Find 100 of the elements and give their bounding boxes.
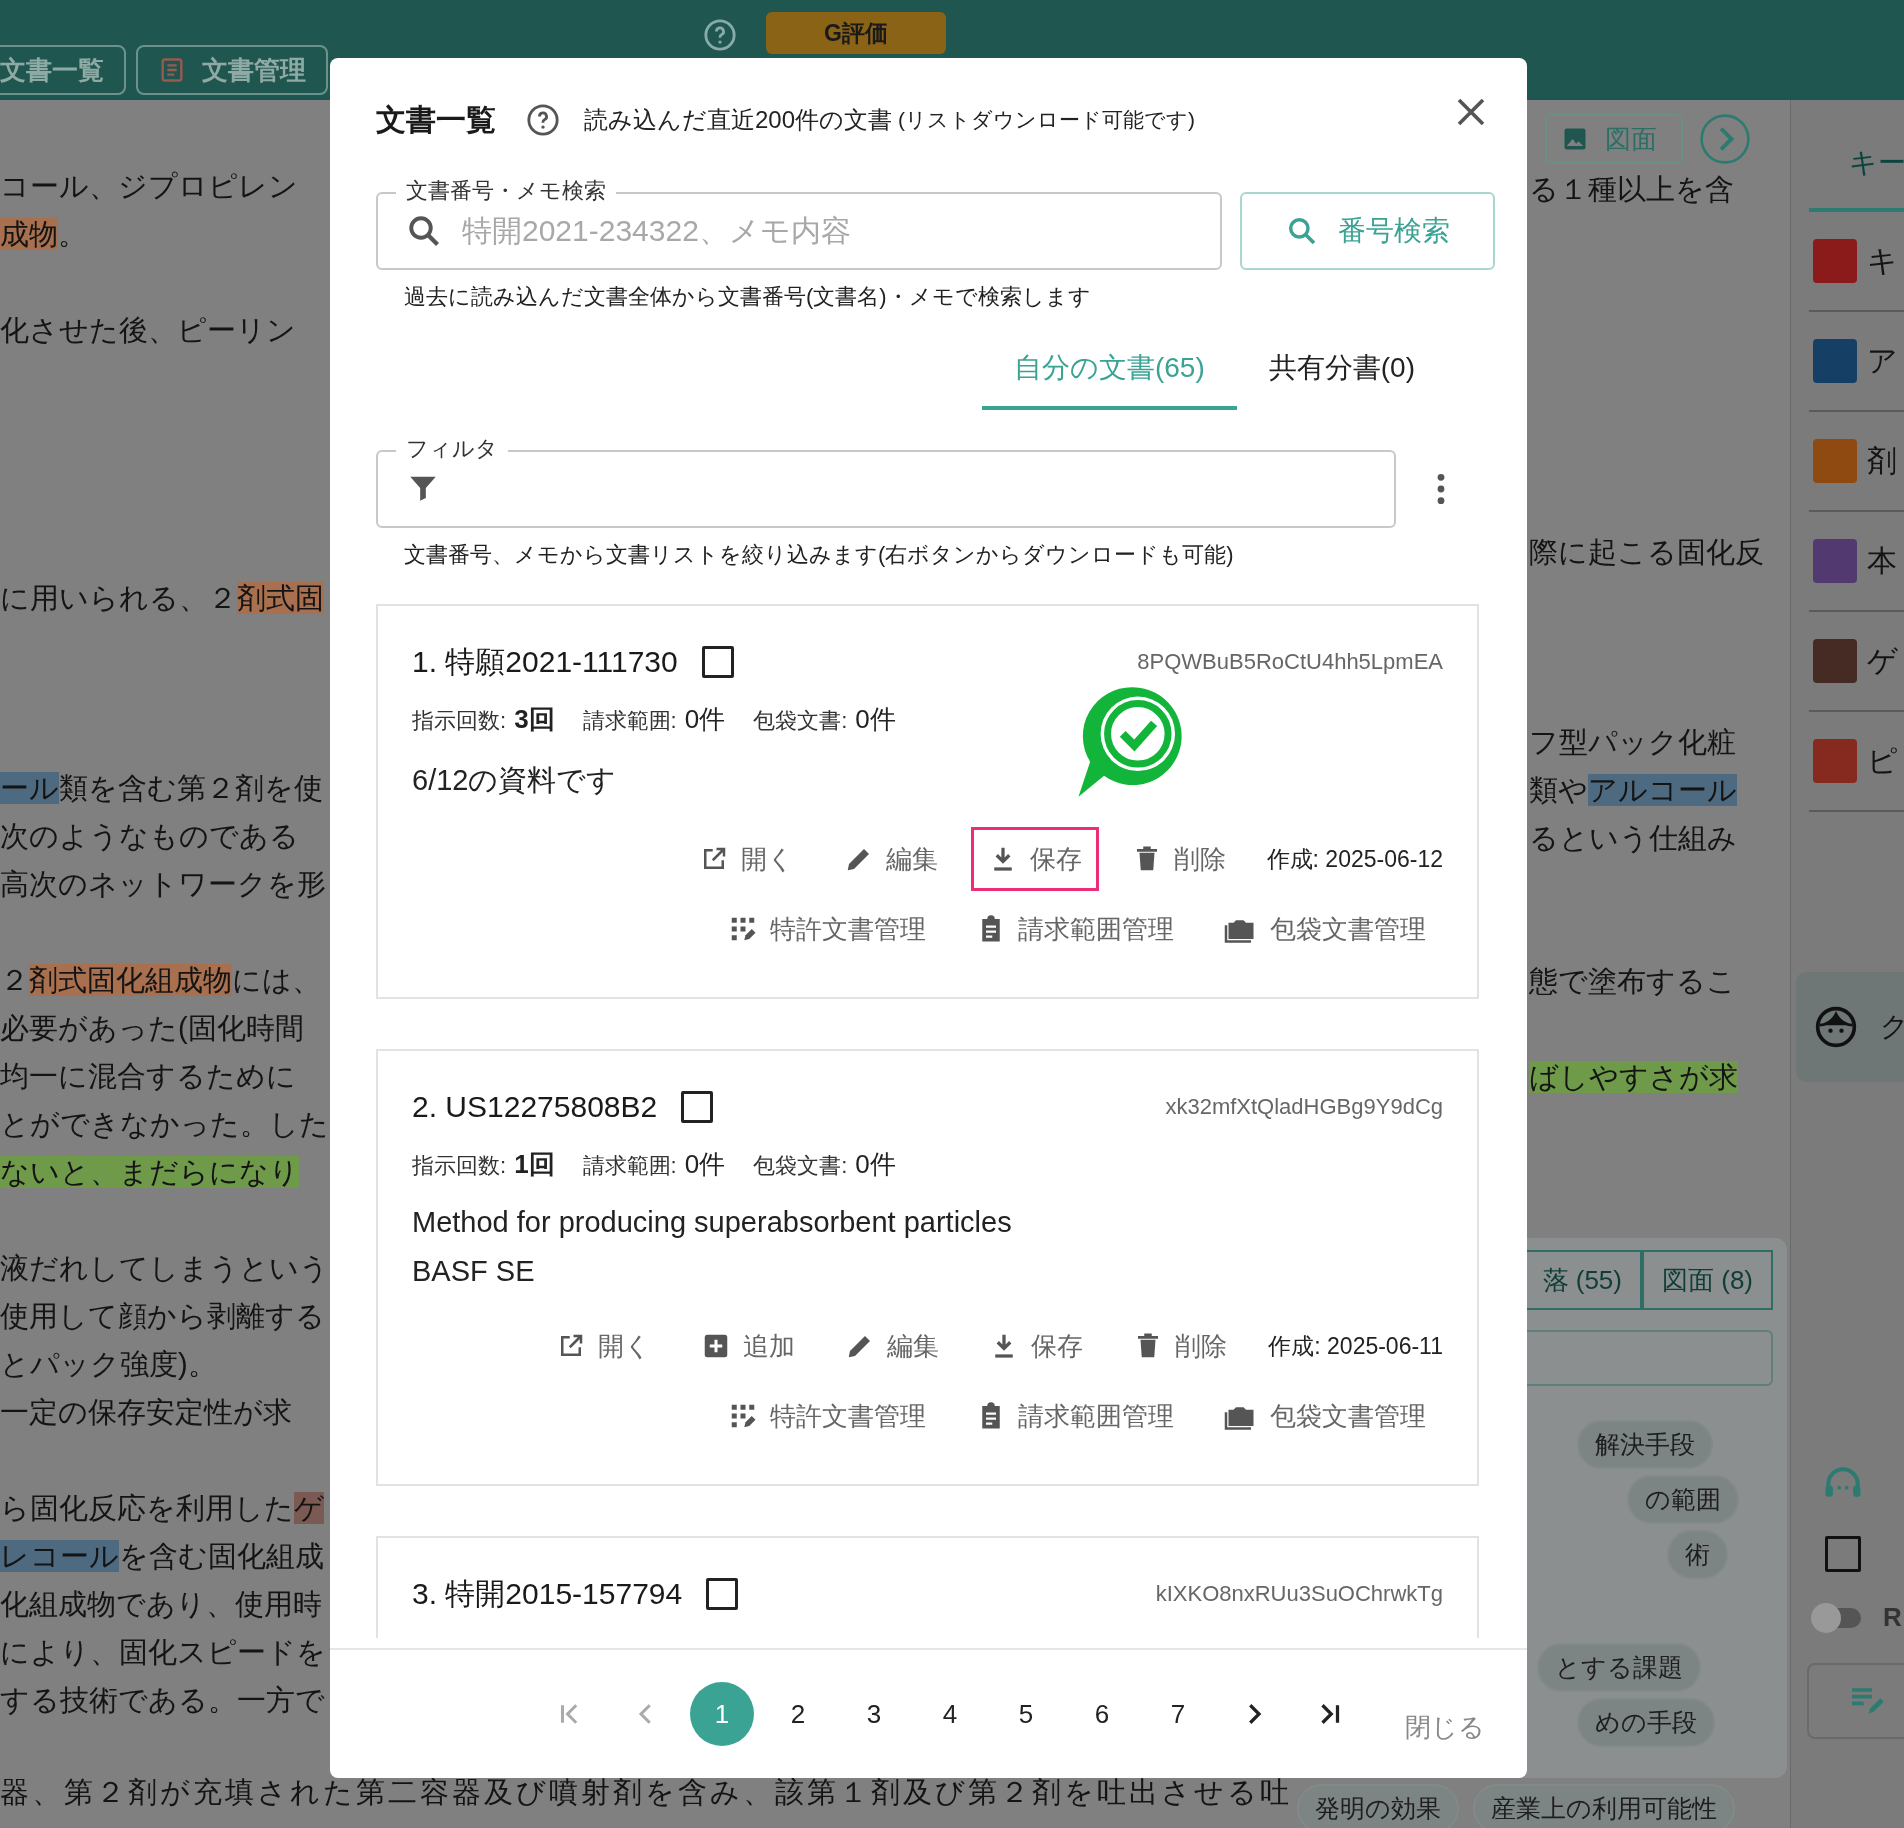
add-button[interactable]: 追加 (684, 1314, 813, 1378)
keyword-label[interactable]: 剤 (1867, 440, 1897, 482)
section-tab[interactable]: 図面 (8) (1642, 1250, 1773, 1310)
page-button[interactable]: 6 (1070, 1682, 1134, 1746)
edit-button[interactable]: 編集 (826, 827, 955, 891)
save-button[interactable]: 保存 (972, 1314, 1101, 1378)
section-chip[interactable]: 解決手段 (1577, 1420, 1713, 1469)
highlighted-text: レコール (0, 1540, 119, 1572)
keyword-label[interactable]: ゲ (1867, 640, 1898, 682)
body-text: 類を含む第２剤を使 (59, 772, 323, 804)
page-button[interactable]: 2 (766, 1682, 830, 1746)
checkbox[interactable] (701, 646, 734, 678)
keyword-label[interactable]: ピ (1867, 740, 1898, 782)
helper-text: 文書番号、メモから文書リストを絞り込みます(右ボタンからダウンロードも可能) (404, 541, 1235, 569)
page-button[interactable]: 3 (842, 1682, 906, 1746)
help-icon[interactable] (526, 103, 560, 137)
memo-text: Method for producing superabsorbent particles (412, 1206, 1013, 1239)
patent-docs-button[interactable]: 特許文書管理 (711, 1384, 943, 1448)
dialog-title: 文書一覧 (376, 101, 496, 138)
patent-docs-button[interactable]: 特許文書管理 (711, 897, 943, 961)
save-button[interactable]: 保存 (970, 827, 1099, 891)
face-icon (1814, 1005, 1858, 1049)
body-text: により、固化スピードを (0, 1636, 326, 1668)
body-text: には、 (232, 964, 321, 996)
file-docs-button[interactable]: 包袋文書管理 (1207, 1384, 1443, 1448)
keyword-label[interactable]: ア (1867, 340, 1898, 382)
document-number[interactable]: 3. 特開2015-157794 (412, 1573, 683, 1615)
memo-text: 6/12の資料です (412, 763, 618, 798)
body-text: 液だれしてしまうという (0, 1252, 329, 1284)
grade-button[interactable]: G評価 (766, 12, 946, 54)
body-text: とパック強度)。 (0, 1348, 217, 1380)
file-docs-button[interactable]: 包袋文書管理 (1207, 897, 1443, 961)
stat-label: 請求範囲: (582, 1152, 677, 1180)
highlighted-text: ばしやすさが求 (1529, 1061, 1738, 1093)
edit-button[interactable]: 編集 (828, 1314, 957, 1378)
body-text: コール、ジプロピレン (0, 170, 298, 202)
body-text: 態で塗布するこ (1529, 965, 1736, 997)
body-text: フ型パック化粧 (1529, 726, 1736, 758)
document-number[interactable]: 1. 特願2021-111730 (412, 641, 678, 683)
body-text: とができなかった。した (0, 1108, 329, 1140)
created-date: 作成: 2025-06-12 (1266, 844, 1443, 874)
toggle-label: R (1883, 1602, 1902, 1633)
section-chip[interactable]: めの手段 (1577, 1698, 1715, 1747)
stat-value: 0件 (684, 1148, 726, 1181)
open-button[interactable]: 開く (681, 827, 811, 891)
keyword-label[interactable]: 本 (1867, 540, 1897, 582)
stat-value: 3回 (514, 703, 555, 736)
body-text: する技術である。一方で (0, 1684, 325, 1716)
stat-label: 包袋文書: (753, 707, 848, 735)
page-button[interactable]: 1 (690, 1682, 754, 1746)
highlighted-text: 剤式固 (237, 582, 324, 614)
body-text: 使用して顔から剥離する (0, 1300, 325, 1332)
stat-value: 0件 (855, 1148, 896, 1181)
highlighted-text: ゲ (294, 1492, 324, 1524)
document-id: kIXKO8nxRUu3SuOChrwkTg (1155, 1581, 1443, 1607)
delete-button[interactable]: 削除 (1116, 1314, 1245, 1378)
document-number[interactable]: 2. US12275808B2 (412, 1090, 658, 1124)
body-text: 化させた後、ピーリン (0, 314, 296, 346)
stat-value: 0件 (684, 703, 726, 736)
body-text: 高次のネットワークを形 (0, 868, 326, 900)
stat-label: 包袋文書: (753, 1152, 848, 1180)
open-button[interactable]: 開く (539, 1314, 669, 1378)
body-text: 必要があった(固化時間 (0, 1012, 304, 1044)
document-id: 8PQWBuB5RoCtU4hh5LpmEA (1137, 649, 1443, 675)
section-chip[interactable]: 発明の効果 (1297, 1784, 1459, 1828)
page-button[interactable]: 5 (994, 1682, 1058, 1746)
created-date: 作成: 2025-06-11 (1268, 1331, 1443, 1361)
claims-button[interactable]: 請求範囲管理 (959, 897, 1191, 961)
page-button[interactable]: 4 (918, 1682, 982, 1746)
checkbox[interactable] (681, 1091, 714, 1123)
body-text: 一定の保存安定性が求 (0, 1396, 292, 1428)
highlighted-text: 剤式固化組成物 (29, 964, 232, 996)
more-icon[interactable] (1436, 472, 1446, 506)
section-chip[interactable]: の範囲 (1627, 1475, 1739, 1524)
checkbox[interactable] (706, 1578, 739, 1610)
section-chip[interactable]: 術 (1667, 1530, 1728, 1579)
help-icon[interactable] (703, 18, 737, 52)
document-id: xk32mfXtQladHGBg9Y9dCg (1165, 1094, 1443, 1120)
section-chip[interactable]: 産業上の利用可能性 (1473, 1784, 1735, 1828)
claims-button[interactable]: 請求範囲管理 (959, 1384, 1191, 1448)
delete-button[interactable]: 削除 (1114, 827, 1243, 891)
card-text: ク (1880, 1010, 1904, 1044)
body-text: 。 (58, 218, 87, 250)
checkbox[interactable] (1825, 1536, 1861, 1572)
highlighted-text: アルコール (1588, 774, 1737, 806)
toolbar-tab[interactable]: 文書管理 (136, 45, 328, 95)
body-text: 化組成物であり、使用時 (0, 1588, 322, 1620)
toolbar-tab[interactable]: 文書一覧 (0, 45, 126, 95)
keyword-label[interactable]: キ (1867, 240, 1898, 282)
tab[interactable]: 共有分書(0) (1236, 330, 1447, 410)
close-button[interactable]: 閉じる (1399, 1708, 1491, 1746)
toggle-switch[interactable] (1811, 1602, 1863, 1633)
page-button[interactable]: 7 (1146, 1682, 1210, 1746)
section-chip[interactable]: とする課題 (1537, 1643, 1701, 1692)
search-button[interactable]: 番号検索 (1240, 192, 1495, 270)
dialog-subtitle: 読み込んだ直近200件の文書 (584, 105, 893, 135)
stat-value: 0件 (855, 703, 896, 736)
tab[interactable]: 自分の文書(65) (981, 330, 1237, 410)
body-text: 均一に混合するために (0, 1060, 296, 1092)
body-text: 器、第２剤が充填された第二容器及び噴射剤を含み、該第１剤及び第２剤を吐出させる吐 (0, 1775, 1292, 1810)
